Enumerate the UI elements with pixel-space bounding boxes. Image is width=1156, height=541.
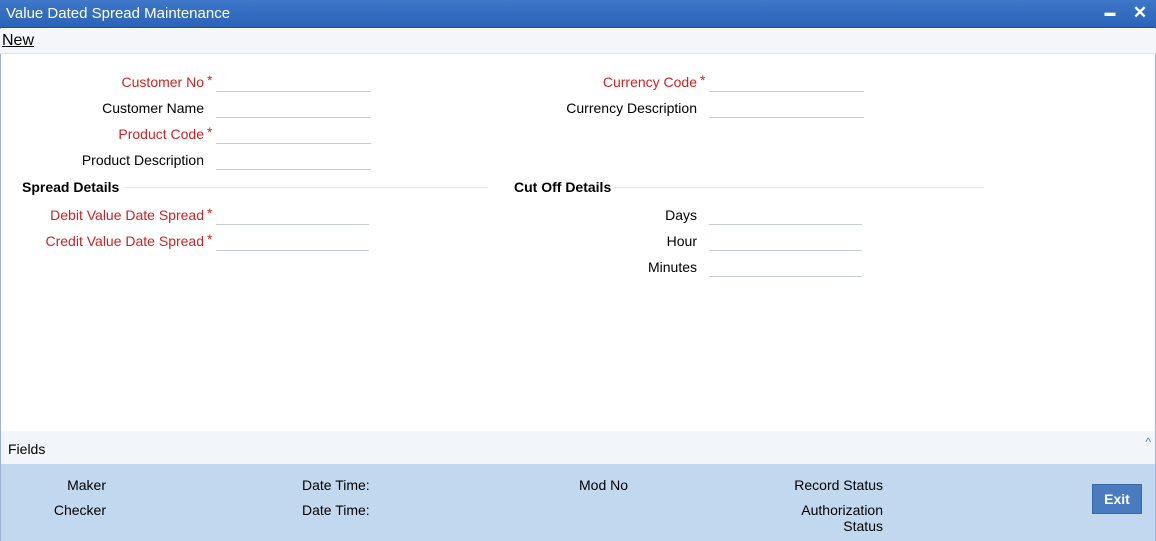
hour-input[interactable] <box>709 231 862 251</box>
currency-description-label: Currency Description <box>566 100 697 116</box>
authorization-status-label-line1: Authorization <box>801 502 883 518</box>
product-code-label: Product Code <box>118 126 204 142</box>
minutes-label: Minutes <box>647 259 697 275</box>
minutes-input[interactable] <box>709 257 862 277</box>
currency-code-label: Currency Code <box>602 74 697 90</box>
currency-description-input[interactable] <box>709 98 864 118</box>
chevron-up-icon[interactable]: ^ <box>1145 435 1151 449</box>
fields-bar: Fields ^ <box>1 431 1155 464</box>
product-description-label: Product Description <box>81 152 204 168</box>
maker-date-time-label: Date Time: <box>302 477 370 493</box>
close-icon[interactable]: ✕ <box>1130 3 1150 23</box>
required-marker: * <box>207 205 213 221</box>
product-code-input[interactable] <box>216 124 371 144</box>
checker-date-time-label: Date Time: <box>302 502 370 518</box>
days-label: Days <box>665 207 697 223</box>
maker-label: Maker <box>67 477 106 493</box>
required-marker: * <box>207 231 213 247</box>
hour-label: Hour <box>666 233 697 249</box>
minimize-icon[interactable]: ▬ <box>1100 3 1120 23</box>
mod-no-label: Mod No <box>579 477 629 493</box>
toolbar: New <box>0 29 1156 54</box>
debit-value-date-spread-input[interactable] <box>216 205 369 225</box>
required-marker: * <box>207 124 213 140</box>
audit-panel: Maker Checker Date Time: Date Time: Mod … <box>1 464 1155 541</box>
debit-value-date-spread-label: Debit Value Date Spread <box>50 207 204 223</box>
days-input[interactable] <box>709 205 862 225</box>
customer-no-input[interactable] <box>216 72 371 92</box>
customer-no-label: Customer No <box>121 74 204 90</box>
customer-name-label: Customer Name <box>102 100 204 116</box>
cut-off-details-header: Cut Off Details <box>514 179 612 195</box>
section-divider <box>124 187 488 188</box>
customer-name-input[interactable] <box>216 98 371 118</box>
spread-details-header: Spread Details <box>22 179 120 195</box>
credit-value-date-spread-label: Credit Value Date Spread <box>45 233 205 249</box>
authorization-status-label-line2: Status <box>843 518 883 534</box>
fields-toggle[interactable]: Fields <box>8 441 45 457</box>
product-description-input[interactable] <box>216 150 371 170</box>
window-title: Value Dated Spread Maintenance <box>6 5 231 22</box>
section-divider <box>614 187 984 188</box>
new-link[interactable]: New <box>2 32 34 50</box>
required-marker: * <box>700 72 706 88</box>
checker-label: Checker <box>53 502 106 518</box>
credit-value-date-spread-input[interactable] <box>216 231 369 251</box>
required-marker: * <box>207 72 213 88</box>
currency-code-input[interactable] <box>709 72 864 92</box>
record-status-label: Record Status <box>794 477 883 493</box>
exit-button[interactable]: Exit <box>1092 484 1142 514</box>
title-bar: Value Dated Spread Maintenance ▬ ✕ <box>0 0 1156 28</box>
